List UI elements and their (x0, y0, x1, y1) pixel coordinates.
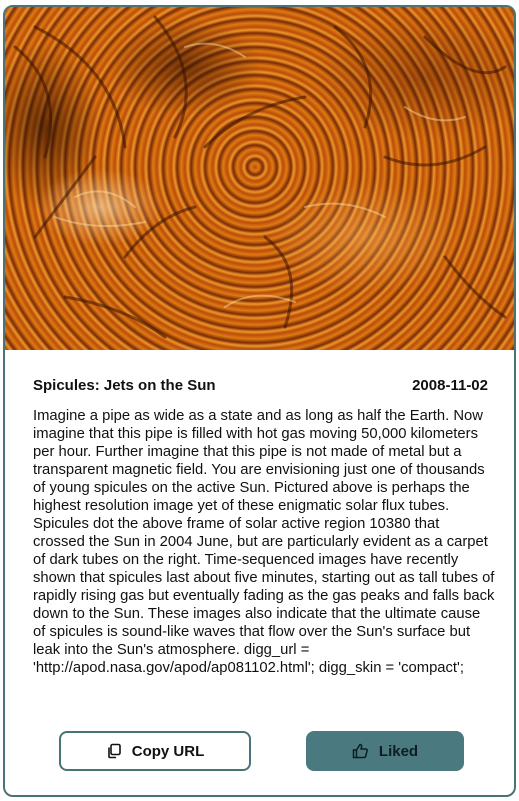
apod-card: Spicules: Jets on the Sun 2008-11-02 Ima… (3, 5, 516, 797)
spicules-texture (13, 15, 507, 339)
apod-date: 2008-11-02 (412, 377, 488, 394)
copy-url-button[interactable]: Copy URL (59, 731, 251, 771)
copy-icon (106, 743, 122, 759)
copy-url-label: Copy URL (131, 742, 205, 760)
thumbs-up-icon (352, 743, 369, 759)
liked-label: Liked (378, 742, 419, 760)
solar-image (5, 7, 514, 350)
liked-button[interactable]: Liked (306, 731, 464, 771)
apod-description: Imagine a pipe as wide as a state and as… (33, 408, 495, 676)
apod-title: Spicules: Jets on the Sun (33, 377, 216, 394)
